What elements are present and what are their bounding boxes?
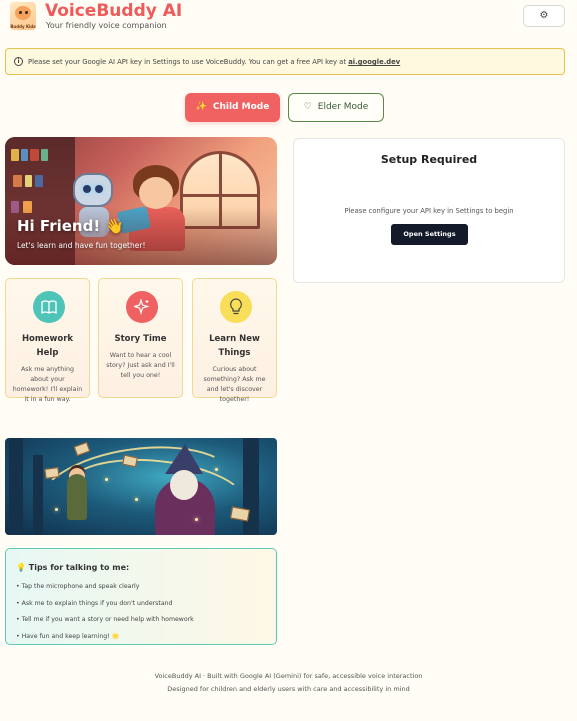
- open-settings-button[interactable]: Open Settings: [391, 224, 468, 245]
- setup-message: Please configure your API key in Setting…: [344, 207, 514, 215]
- app-title: VoiceBuddy AI: [45, 1, 183, 21]
- tips-title: 💡 Tips for talking to me:: [16, 563, 130, 572]
- feature-title: Homework Help: [21, 334, 74, 358]
- child-illustration: [139, 177, 173, 209]
- settings-button[interactable]: ⚙: [523, 5, 565, 27]
- tip-item: • Ask me to explain things if you don't …: [16, 599, 173, 607]
- api-key-link[interactable]: ai.google.dev: [348, 58, 400, 66]
- setup-required-panel: Setup Required Please configure your API…: [293, 138, 565, 283]
- info-icon: i: [14, 57, 23, 66]
- feature-description: Ask me anything about your homework! I'l…: [12, 366, 83, 403]
- logo-text: Buddy Kids: [10, 24, 36, 29]
- robot-illustration: [73, 173, 113, 207]
- api-key-warning: i Please set your Google AI API key in S…: [5, 48, 565, 75]
- book-icon: [33, 291, 65, 323]
- feature-card-story[interactable]: Story Time Want to hear a cool story? Ju…: [98, 278, 183, 398]
- feature-title: Learn New Things: [209, 334, 260, 358]
- elder-mode-label: Elder Mode: [317, 102, 369, 112]
- footer-line-2: Designed for children and elderly users …: [167, 685, 410, 693]
- feature-description: Want to hear a cool story? Just ask and …: [106, 352, 175, 379]
- feature-title: Story Time: [114, 334, 167, 344]
- hero-banner: Hi Friend! 👋 Let's learn and have fun to…: [5, 137, 277, 265]
- sparkles-icon: [126, 291, 158, 323]
- app-logo: Buddy Kids: [10, 2, 36, 30]
- tip-item: • Tell me if you want a story or need he…: [16, 616, 194, 623]
- sparkles-icon: ✨: [195, 102, 207, 112]
- feature-card-learn[interactable]: Learn New Things Curious about something…: [192, 278, 277, 403]
- setup-title: Setup Required: [380, 153, 478, 166]
- gear-icon: ⚙: [539, 10, 549, 21]
- warning-text: Please set your Google AI API key in Set…: [28, 57, 400, 67]
- feature-card-homework[interactable]: Homework Help Ask me anything about your…: [5, 278, 90, 403]
- feature-description: Curious about something? Ask me and let'…: [203, 366, 266, 403]
- lightbulb-icon: [220, 291, 252, 323]
- tip-item: • Tap the microphone and speak clearly: [16, 583, 140, 590]
- app-subtitle: Your friendly voice companion: [46, 21, 167, 30]
- hero-subtitle: Let's learn and have fun together!: [17, 241, 146, 250]
- tips-panel: 💡 Tips for talking to me: • Tap the micr…: [5, 548, 277, 645]
- elder-mode-button[interactable]: ♡ Elder Mode: [288, 93, 384, 122]
- tip-item: • Have fun and keep learning! 🌟: [16, 632, 120, 640]
- hero-title: Hi Friend! 👋: [17, 217, 125, 235]
- footer-line-1: VoiceBuddy AI · Built with Google AI (Ge…: [154, 672, 423, 680]
- warning-message: Please set your Google AI API key in Set…: [28, 58, 347, 66]
- wizard-story-illustration: [5, 438, 277, 535]
- child-mode-button[interactable]: ✨ Child Mode: [185, 93, 280, 122]
- tips-list: • Tap the microphone and speak clearly •…: [16, 582, 194, 648]
- child-mode-label: Child Mode: [212, 102, 270, 112]
- heart-icon: ♡: [303, 102, 312, 112]
